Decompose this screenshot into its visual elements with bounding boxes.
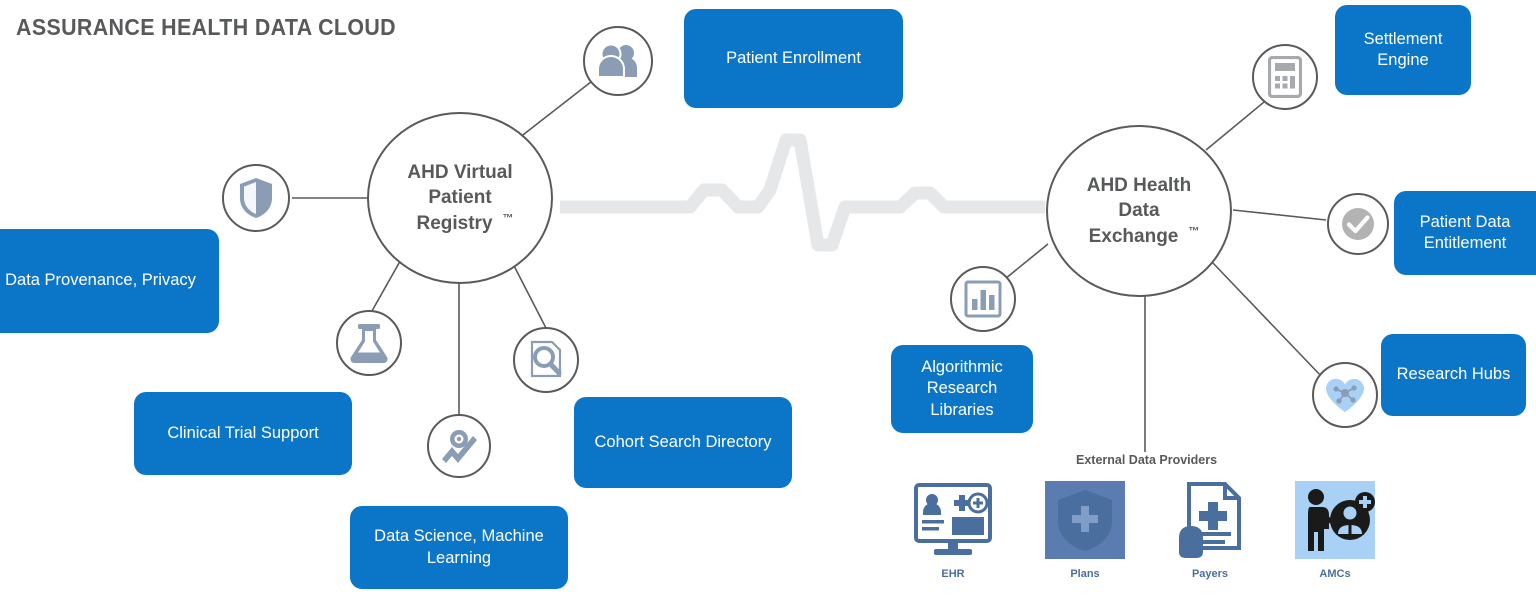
hub-right-line2: Data bbox=[1118, 200, 1160, 222]
provider-icon-wrap bbox=[1030, 478, 1140, 562]
provider-icon-wrap bbox=[898, 478, 1008, 562]
provider-ehr[interactable]: EHR bbox=[898, 478, 1008, 580]
box-patient-data-entitlement[interactable]: Patient Data Entitlement bbox=[1394, 191, 1536, 275]
clinician-patient-icon bbox=[1295, 481, 1375, 559]
box-algorithmic-research-libraries[interactable]: Algorithmic Research Libraries bbox=[891, 345, 1033, 433]
ecg-waveform bbox=[560, 133, 1045, 252]
shield-plus-icon bbox=[1045, 481, 1125, 559]
claim-document-icon bbox=[1179, 482, 1241, 558]
calculator-icon bbox=[1268, 56, 1302, 98]
heart-network-icon bbox=[1326, 378, 1364, 412]
analytics-trend-icon bbox=[442, 430, 477, 463]
box-label: Data Science, Machine Learning bbox=[374, 527, 544, 567]
box-cohort-search-directory[interactable]: Cohort Search Directory bbox=[574, 397, 792, 488]
shield-icon bbox=[240, 178, 272, 218]
bar-chart-icon bbox=[964, 280, 1002, 318]
icon-node-analytics[interactable] bbox=[427, 414, 491, 478]
icon-node-flask[interactable] bbox=[336, 310, 402, 376]
box-label: Settlement Engine bbox=[1363, 29, 1443, 69]
hub-right-tm: ™ bbox=[1188, 225, 1200, 238]
provider-label: EHR bbox=[941, 568, 965, 580]
box-research-hubs[interactable]: Research Hubs bbox=[1381, 334, 1526, 416]
icon-node-heart-network[interactable] bbox=[1312, 362, 1378, 428]
flask-icon bbox=[350, 324, 388, 363]
users-icon bbox=[597, 44, 637, 78]
box-label: Patient Data Entitlement bbox=[1419, 212, 1511, 252]
page-title: ASSURANCE HEALTH DATA CLOUD bbox=[16, 14, 397, 40]
icon-node-check-circle[interactable] bbox=[1327, 193, 1389, 255]
box-label: Data Provenance, Privacy bbox=[5, 271, 196, 290]
hub-left-line2: Patient bbox=[428, 187, 492, 209]
provider-icon-wrap bbox=[1155, 478, 1265, 562]
hub-ahd-health-data-exchange[interactable]: AHD Health Data Exchange ™ bbox=[1046, 125, 1232, 297]
diagram-canvas: ASSURANCE HEALTH DATA CLOUD AHD Virtual … bbox=[0, 0, 1536, 609]
provider-label: Payers bbox=[1191, 568, 1229, 580]
provider-label: Plans bbox=[1070, 568, 1100, 580]
icon-node-bar-chart[interactable] bbox=[950, 266, 1016, 332]
icon-node-search-document[interactable] bbox=[513, 327, 579, 393]
provider-label: AMCs bbox=[1319, 568, 1351, 580]
check-circle-icon bbox=[1342, 208, 1374, 240]
provider-payers[interactable]: Payers bbox=[1155, 478, 1265, 580]
icon-node-users[interactable] bbox=[583, 26, 653, 96]
box-label: Algorithmic Research Libraries bbox=[921, 357, 1003, 419]
monitor-dashboard-icon bbox=[914, 483, 992, 555]
box-label: Research Hubs bbox=[1396, 365, 1511, 384]
hub-right-line1: AHD Health bbox=[1086, 175, 1192, 197]
provider-plans[interactable]: Plans bbox=[1030, 478, 1140, 580]
box-label: Clinical Trial Support bbox=[167, 423, 319, 442]
hub-right-line3: Exchange bbox=[1088, 225, 1179, 247]
hub-left-line1: AHD Virtual bbox=[407, 162, 513, 184]
provider-amcs[interactable]: AMCs bbox=[1280, 478, 1390, 580]
hub-left-line3: Registry bbox=[416, 212, 493, 234]
hub-left-tm: ™ bbox=[502, 212, 514, 225]
box-label: Cohort Search Directory bbox=[594, 432, 772, 451]
icon-node-calculator[interactable] bbox=[1252, 44, 1318, 110]
external-data-providers-title: External Data Providers bbox=[1076, 453, 1218, 467]
box-label: Patient Enrollment bbox=[726, 48, 861, 67]
hub-ahd-virtual-patient-registry[interactable]: AHD Virtual Patient Registry ™ bbox=[367, 112, 553, 284]
box-settlement-engine[interactable]: Settlement Engine bbox=[1335, 5, 1471, 95]
box-patient-enrollment[interactable]: Patient Enrollment bbox=[684, 9, 903, 108]
box-clinical-trial-support[interactable]: Clinical Trial Support bbox=[134, 392, 352, 475]
box-data-science-machine-learning[interactable]: Data Science, Machine Learning bbox=[350, 506, 568, 589]
provider-icon-wrap bbox=[1280, 478, 1390, 562]
search-document-icon bbox=[530, 340, 562, 378]
box-data-provenance-privacy[interactable]: Data Provenance, Privacy bbox=[0, 229, 219, 333]
icon-node-shield[interactable] bbox=[222, 164, 290, 232]
